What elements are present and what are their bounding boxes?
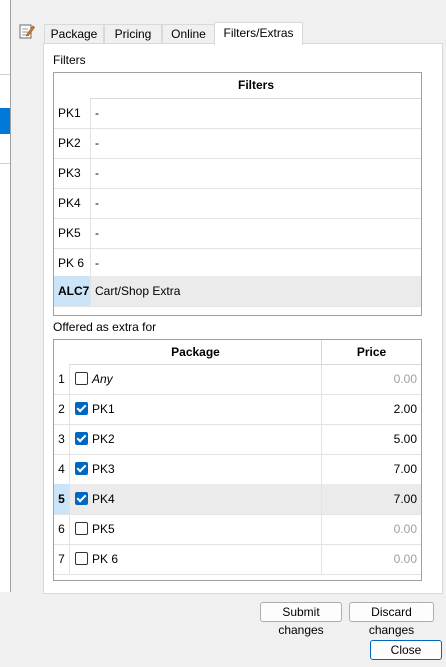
filter-cell[interactable]: - <box>90 218 421 248</box>
table-row[interactable]: 6 PK5 0.00 <box>54 514 421 545</box>
package-label: PK3 <box>92 462 115 476</box>
discard-changes-button[interactable]: Discard changes <box>349 602 434 637</box>
package-checkbox[interactable] <box>75 522 88 535</box>
table-row[interactable]: 3 PK2 5.00 <box>54 424 421 455</box>
filter-row[interactable]: PK5 - <box>54 218 421 249</box>
filter-row-header[interactable]: PK 6 <box>54 248 90 278</box>
tab-filters-extras[interactable]: Filters/Extras <box>214 22 303 45</box>
filter-row-header[interactable]: PK4 <box>54 188 90 218</box>
row-number[interactable]: 1 <box>54 364 69 394</box>
package-cell[interactable]: PK1 <box>69 394 322 424</box>
table-row[interactable]: 1 Any 0.00 <box>54 364 421 395</box>
package-label: PK1 <box>92 402 115 416</box>
filter-row[interactable]: PK 6 - <box>54 248 421 279</box>
edit-icon[interactable] <box>19 23 35 39</box>
filter-cell[interactable]: - <box>90 98 421 128</box>
filter-cell[interactable]: - <box>90 128 421 158</box>
filter-row-header[interactable]: PK5 <box>54 218 90 248</box>
table-row[interactable]: 7 PK 6 0.00 <box>54 544 421 575</box>
filter-row[interactable]: PK1 - <box>54 98 421 129</box>
package-checkbox[interactable] <box>75 462 88 475</box>
package-cell[interactable]: Any <box>69 364 322 394</box>
package-checkbox[interactable] <box>75 402 88 415</box>
row-number[interactable]: 6 <box>54 514 69 544</box>
filter-row-header[interactable]: PK1 <box>54 98 90 128</box>
filter-row-header[interactable]: PK2 <box>54 128 90 158</box>
row-number[interactable]: 5 <box>54 484 69 514</box>
package-checkbox[interactable] <box>75 552 88 565</box>
list-divider <box>0 74 10 75</box>
filter-row-header[interactable]: PK3 <box>54 158 90 188</box>
filter-row[interactable]: PK3 - <box>54 158 421 189</box>
tab-pricing[interactable]: Pricing <box>104 24 162 44</box>
package-label: PK2 <box>92 432 115 446</box>
filters-column-header[interactable]: Filters <box>91 73 421 99</box>
filter-cell[interactable]: - <box>90 188 421 218</box>
package-checkbox[interactable] <box>75 492 88 505</box>
price-cell[interactable]: 7.00 <box>321 454 421 484</box>
package-label: Any <box>92 372 113 386</box>
package-label: PK 6 <box>92 552 119 566</box>
package-label: PK4 <box>92 492 115 506</box>
filter-cell[interactable]: - <box>90 158 421 188</box>
filter-row-selected[interactable]: ALC7 Cart/Shop Extra <box>54 276 421 307</box>
package-column-header[interactable]: Package <box>70 340 321 365</box>
table-row[interactable]: 2 PK1 2.00 <box>54 394 421 425</box>
offered-extra-table[interactable]: Package Price 1 Any 0.00 2 PK1 2.00 3 PK… <box>53 339 422 581</box>
package-cell[interactable]: PK4 <box>69 484 322 514</box>
filter-cell[interactable]: Cart/Shop Extra <box>90 276 421 306</box>
offered-section-label: Offered as extra for <box>53 320 157 334</box>
row-number[interactable]: 2 <box>54 394 69 424</box>
row-number[interactable]: 3 <box>54 424 69 454</box>
price-cell[interactable]: 0.00 <box>321 544 421 574</box>
selected-list-item[interactable] <box>0 108 10 134</box>
price-cell[interactable]: 0.00 <box>321 364 421 394</box>
left-list-panel[interactable] <box>0 0 11 592</box>
package-cell[interactable]: PK3 <box>69 454 322 484</box>
price-cell[interactable]: 7.00 <box>321 484 421 514</box>
filters-table[interactable]: Filters PK1 - PK2 - PK3 - PK4 - PK5 - PK… <box>53 72 422 316</box>
row-number[interactable]: 4 <box>54 454 69 484</box>
price-cell[interactable]: 2.00 <box>321 394 421 424</box>
package-cell[interactable]: PK2 <box>69 424 322 454</box>
list-divider <box>0 163 10 164</box>
price-cell[interactable]: 0.00 <box>321 514 421 544</box>
price-column-header[interactable]: Price <box>321 340 421 365</box>
close-button[interactable]: Close <box>370 640 442 660</box>
package-checkbox[interactable] <box>75 372 88 385</box>
filter-row[interactable]: PK4 - <box>54 188 421 219</box>
row-number[interactable]: 7 <box>54 544 69 574</box>
table-row[interactable]: 4 PK3 7.00 <box>54 454 421 485</box>
package-checkbox[interactable] <box>75 432 88 445</box>
filter-row-header[interactable]: ALC7 <box>54 276 90 306</box>
filter-row[interactable]: PK2 - <box>54 128 421 159</box>
package-cell[interactable]: PK5 <box>69 514 322 544</box>
tab-online[interactable]: Online <box>162 24 215 44</box>
submit-changes-button[interactable]: Submit changes <box>260 602 342 637</box>
table-row-selected[interactable]: 5 PK4 7.00 <box>54 484 421 515</box>
package-label: PK5 <box>92 522 115 536</box>
tab-package[interactable]: Package <box>44 24 104 44</box>
filter-cell[interactable]: - <box>90 248 421 278</box>
package-cell[interactable]: PK 6 <box>69 544 322 574</box>
price-cell[interactable]: 5.00 <box>321 424 421 454</box>
filters-section-label: Filters <box>53 53 86 67</box>
